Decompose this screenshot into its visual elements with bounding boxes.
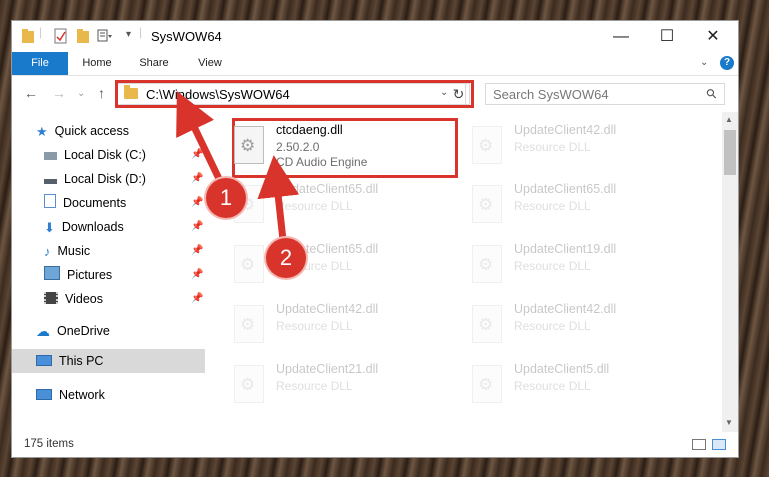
step-1-badge: 1 — [206, 178, 246, 218]
annotation-arrows — [176, 91, 300, 241]
arrow-to-file — [257, 155, 300, 241]
arrow-to-address — [176, 91, 226, 187]
step-2-badge: 2 — [266, 238, 306, 278]
